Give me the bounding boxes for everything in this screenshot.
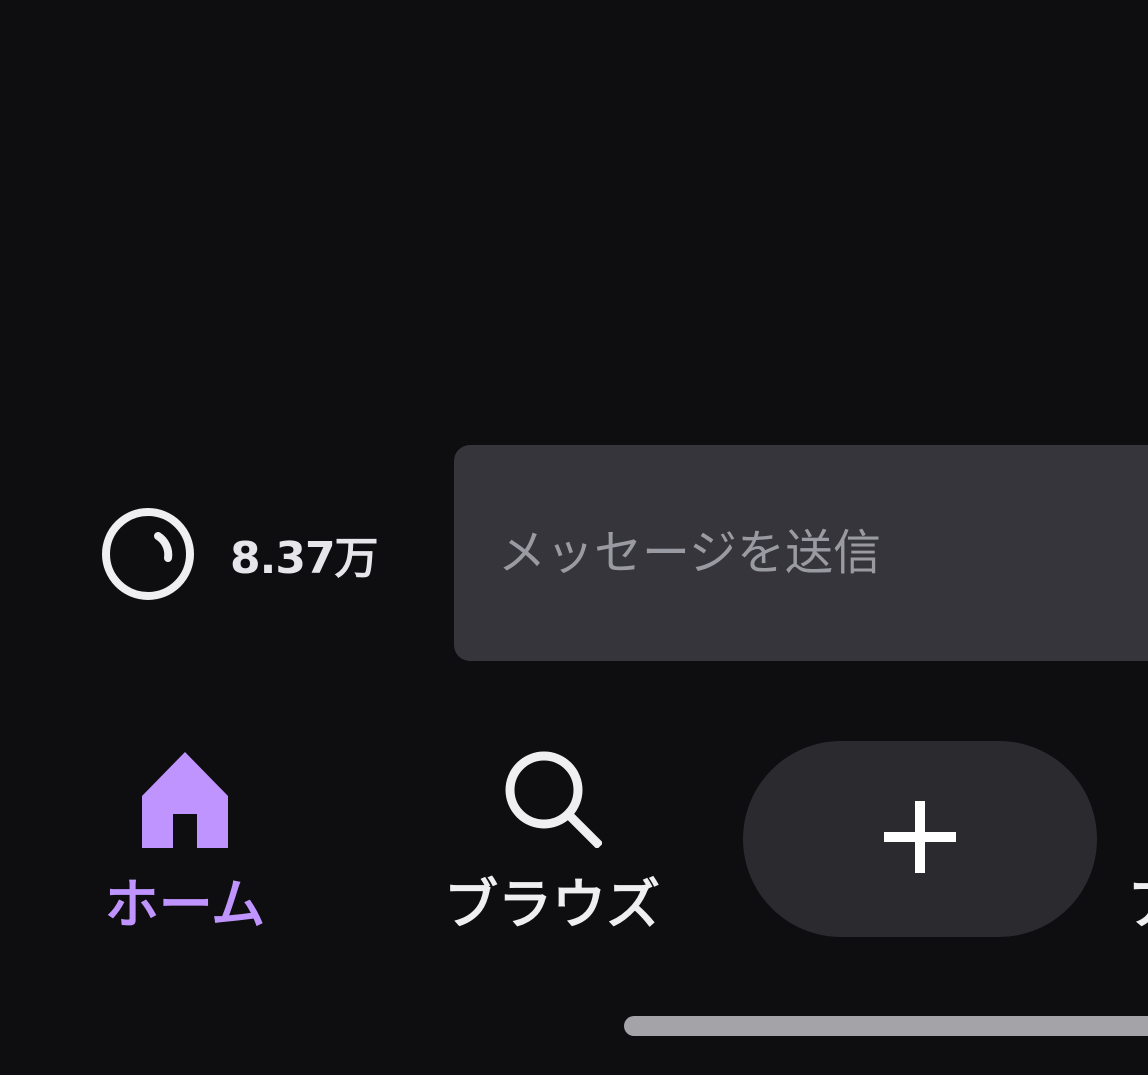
nav-tab-browse[interactable]: ブラウズ — [436, 748, 668, 932]
chat-input[interactable] — [498, 525, 1148, 581]
nav-tab-home-label: ホーム — [104, 873, 266, 936]
search-icon — [502, 748, 604, 852]
home-icon — [138, 748, 232, 852]
nav-tab-partial-label[interactable]: ア — [1128, 878, 1148, 932]
nav-tab-browse-label: ブラウズ — [444, 873, 660, 936]
channel-points[interactable]: 8.37万 — [100, 506, 379, 602]
home-indicator — [624, 1016, 1148, 1036]
create-button[interactable] — [743, 741, 1097, 937]
channel-points-value: 8.37万 — [230, 533, 379, 584]
stream-screen: 8.37万 ホーム ブラウズ ア — [0, 0, 1148, 1075]
channel-points-icon — [100, 506, 196, 602]
nav-tab-home[interactable]: ホーム — [96, 748, 274, 932]
chat-message-box[interactable] — [454, 445, 1148, 661]
plus-icon — [884, 801, 956, 877]
